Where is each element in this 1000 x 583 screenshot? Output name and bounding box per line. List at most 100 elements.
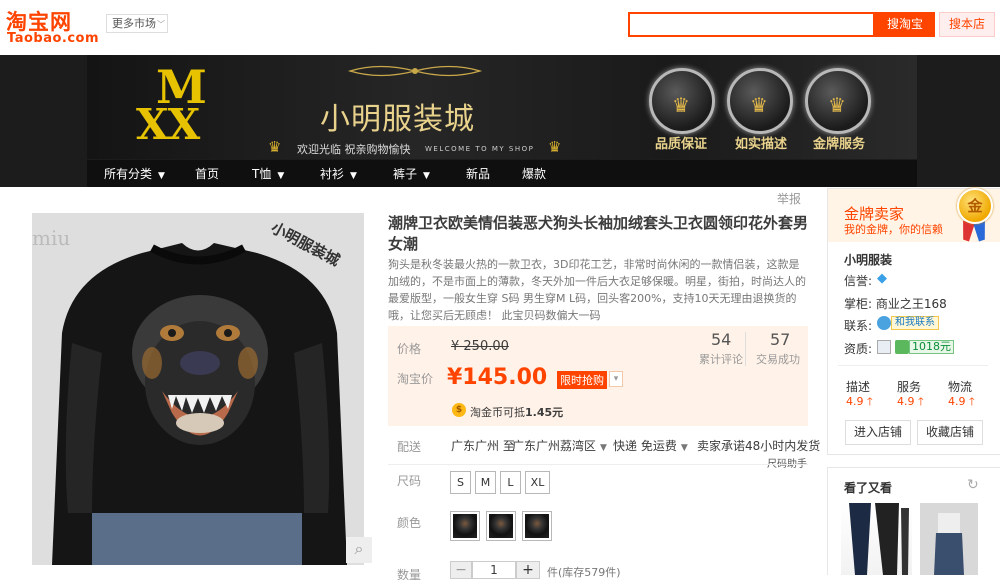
score-number: 4.9 [846, 395, 864, 408]
color-label: 颜色 [397, 516, 422, 530]
also-viewed-item[interactable] [841, 503, 912, 575]
promo-badge: 限时抢购 [557, 371, 607, 389]
taobao-logo[interactable]: 淘宝网 Taobao.com [6, 6, 100, 46]
favorite-store-button[interactable]: 收藏店铺 [917, 420, 983, 445]
color-swatch[interactable] [450, 511, 480, 541]
report-link[interactable]: 举报 [777, 190, 801, 207]
size-helper-link[interactable]: 尺码助手 [767, 455, 807, 470]
welcome-text-cn: 欢迎光临 祝亲购物愉快 [297, 143, 411, 156]
score-value: 4.9 🡑 [897, 393, 924, 412]
badge-label: 品质保证 [655, 137, 708, 152]
quantity-input[interactable]: 1 [472, 561, 516, 579]
contact-seller-button[interactable]: 和我联系 [891, 316, 939, 330]
score-value: 4.9 🡑 [846, 393, 873, 412]
nav-item-pants[interactable]: 裤子 ▼ [393, 165, 430, 182]
search-store-button[interactable]: 搜本店 [939, 12, 995, 37]
also-viewed-item[interactable] [920, 503, 978, 575]
search-taobao-button[interactable]: 搜淘宝 [875, 12, 935, 37]
nav-item-home[interactable]: 首页 [195, 165, 219, 182]
color-swatch[interactable] [486, 511, 516, 541]
arrow-up-icon: 🡑 [969, 395, 975, 408]
size-option-xl[interactable]: XL [525, 471, 550, 494]
quantity-increase-button[interactable]: + [516, 561, 540, 579]
gold-medal-icon: 金 [957, 188, 993, 224]
contact-label: 联系: [844, 319, 873, 333]
chevron-down-icon: ﹀ [157, 20, 165, 29]
review-count[interactable]: 54 [711, 330, 731, 349]
nav-item-all-categories[interactable]: 所有分类 ▼ [104, 165, 165, 182]
id-card-icon [877, 340, 891, 354]
owner-label: 掌柜: [844, 297, 873, 311]
divider [838, 365, 988, 366]
nav-label: 衬衫 [320, 167, 345, 181]
quantity-decrease-button[interactable]: − [450, 561, 472, 579]
nav-item-tshirt[interactable]: T恤 ▼ [252, 165, 284, 182]
search-input[interactable] [628, 12, 875, 37]
ship-fee-dropdown[interactable]: 快递 免运费 ▼ [613, 437, 688, 454]
stock-text: 件(库存579件) [547, 566, 621, 579]
size-option-l[interactable]: L [500, 471, 521, 494]
caret-down-icon: ▼ [423, 171, 430, 181]
reputation-row: 信誉: [844, 272, 872, 289]
coin-text-prefix: 淘金币可抵 [470, 406, 525, 419]
taobao-price: ¥145.00 [447, 365, 548, 390]
size-label: 尺码 [397, 474, 422, 488]
nav-label: 新品 [466, 167, 491, 181]
deposit-icon [895, 340, 909, 354]
swatch-image [453, 514, 477, 538]
nav-item-new[interactable]: 新品 [466, 165, 490, 182]
ornament-icon [347, 65, 483, 77]
logo-en: Taobao.com [7, 31, 100, 46]
shop-title: 小明服装城 [320, 102, 475, 137]
service-badge-icon: ♛ [805, 68, 871, 134]
product-main-image[interactable]: miu 小明服装城 [32, 213, 364, 565]
price-label: 价格 [397, 342, 422, 356]
swatch-image [489, 514, 513, 538]
enter-store-button[interactable]: 进入店铺 [845, 420, 911, 445]
nav-item-shirt[interactable]: 衬衫 ▼ [320, 165, 357, 182]
score-number: 4.9 [948, 395, 966, 408]
refresh-icon[interactable]: ↻ [967, 477, 979, 493]
size-option-m[interactable]: M [475, 471, 496, 494]
score-number: 4.9 [897, 395, 915, 408]
also-viewed-title: 看了又看 [844, 481, 893, 495]
divider [388, 464, 808, 465]
more-markets-dropdown[interactable]: 更多市场﹀ [106, 14, 168, 33]
arrow-up-icon: 🡑 [867, 395, 873, 408]
cert-label: 资质: [844, 342, 873, 356]
chevron-down-icon[interactable]: ▾ [609, 371, 623, 387]
zoom-icon[interactable]: ⌕ [346, 537, 372, 563]
reputation-label: 信誉: [844, 274, 873, 288]
person-thumbnail [920, 503, 978, 575]
taobao-coin-icon: $ [452, 403, 466, 417]
banner-inner [87, 55, 917, 159]
badge-label: 金牌服务 [813, 137, 866, 152]
product-description: 狗头是秋冬装最火热的一款卫衣，3D印花工艺，非常时尚休闲的一款情侣装，这款是加绒… [388, 258, 806, 322]
caret-down-icon: ▼ [350, 171, 357, 181]
coin-value: 1.45元 [525, 406, 564, 419]
contact-row: 联系: [844, 317, 872, 334]
nav-label: 所有分类 [104, 167, 153, 181]
watermark-left: miu [32, 226, 70, 250]
wangwang-icon [877, 316, 891, 330]
nav-item-hot[interactable]: 爆款 [522, 165, 546, 182]
original-price: ¥ 250.00 [451, 339, 509, 354]
swatch-image [525, 514, 549, 538]
sweatshirt-dog-image: miu 小明服装城 [32, 213, 364, 565]
caret-down-icon: ▼ [158, 171, 165, 181]
nav-label: 裤子 [393, 167, 418, 181]
ship-fee-value: 快递 免运费 [613, 439, 677, 453]
color-swatch[interactable] [522, 511, 552, 541]
badge-label: 如实描述 [735, 137, 788, 152]
nav-label: 爆款 [522, 167, 547, 181]
diamond-icon: ◆ [877, 271, 887, 286]
coin-deduction-text: 淘金币可抵1.45元 [470, 404, 563, 420]
ship-to-dropdown[interactable]: 广东广州荔湾区 ▼ [512, 437, 607, 454]
seller-name[interactable]: 小明服装 [844, 251, 892, 268]
deposit-amount: 1018元 [909, 340, 954, 354]
size-option-s[interactable]: S [450, 471, 471, 494]
quality-badge-icon: ♛ [649, 68, 715, 134]
product-title: 潮牌卫衣欧美情侣装恶犬狗头长袖加绒套头卫衣圆领印花外套男女潮 [388, 214, 809, 253]
description-badge-icon: ♛ [727, 68, 793, 134]
crown-icon: ♛ [548, 138, 562, 156]
